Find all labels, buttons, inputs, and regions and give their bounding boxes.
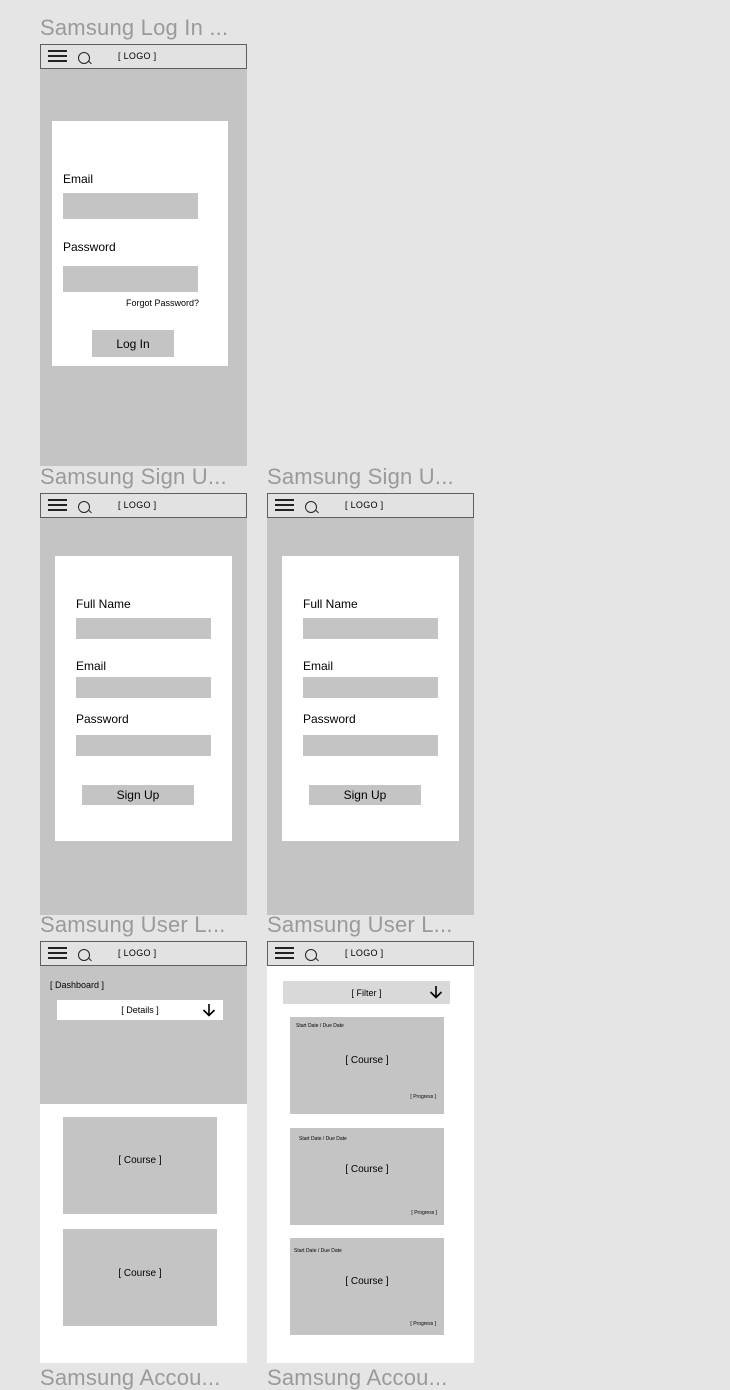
course-card[interactable]: [ Course ] xyxy=(63,1229,217,1326)
email-label: Email xyxy=(303,659,334,673)
fullname-label: Full Name xyxy=(303,597,358,611)
email-label: Email xyxy=(76,659,107,673)
hamburger-menu-icon[interactable] xyxy=(275,499,294,511)
details-label: [ Details ] xyxy=(121,1005,159,1015)
password-field[interactable] xyxy=(63,266,198,292)
course-dates: Start Date / Due Date xyxy=(299,1136,347,1142)
top-nav: [ LOGO ] xyxy=(40,44,247,69)
user-frame-2: [ LOGO ] [ Filter ] Start Date / Due Dat… xyxy=(267,941,474,1363)
search-icon[interactable] xyxy=(78,52,90,64)
frame-title-account-2: Samsung Accou... xyxy=(267,1365,448,1390)
password-label: Password xyxy=(76,712,129,726)
logo: [ LOGO ] xyxy=(118,948,157,958)
course-progress: [ Progress ] xyxy=(411,1210,437,1216)
logo: [ LOGO ] xyxy=(345,948,384,958)
frame-title-signup-1: Samsung Sign U... xyxy=(40,464,227,489)
search-icon[interactable] xyxy=(78,949,90,961)
arrow-down-icon xyxy=(429,986,443,999)
signup-button[interactable]: Sign Up xyxy=(309,785,421,805)
signup-card: Full Name Email Password Sign Up xyxy=(55,556,232,841)
course-name: [ Course ] xyxy=(345,1055,389,1066)
frame-title-login: Samsung Log In ... xyxy=(40,15,229,40)
fullname-field[interactable] xyxy=(303,618,438,639)
frame-title-account-1: Samsung Accou... xyxy=(40,1365,221,1390)
signup-card: Full Name Email Password Sign Up xyxy=(282,556,459,841)
logo: [ LOGO ] xyxy=(345,500,384,510)
password-label: Password xyxy=(63,240,116,254)
frame-title-user-1: Samsung User L... xyxy=(40,912,226,937)
signup-button[interactable]: Sign Up xyxy=(82,785,194,805)
top-nav: [ LOGO ] xyxy=(267,493,474,518)
hamburger-menu-icon[interactable] xyxy=(48,499,67,511)
course-card[interactable]: Start Date / Due Date [ Course ] [ Progr… xyxy=(290,1238,444,1335)
search-icon[interactable] xyxy=(305,949,317,961)
fullname-field[interactable] xyxy=(76,618,211,639)
frame-title-signup-2: Samsung Sign U... xyxy=(267,464,454,489)
course-name: [ Course ] xyxy=(118,1155,162,1166)
logo: [ LOGO ] xyxy=(118,500,157,510)
search-icon[interactable] xyxy=(78,501,90,513)
course-card[interactable]: [ Course ] xyxy=(63,1117,217,1214)
email-field[interactable] xyxy=(63,193,198,219)
top-nav: [ LOGO ] xyxy=(40,493,247,518)
signup-frame-2: [ LOGO ] Full Name Email Password Sign U… xyxy=(267,493,474,915)
course-card[interactable]: Start Date / Due Date [ Course ] [ Progr… xyxy=(290,1128,444,1225)
password-field[interactable] xyxy=(303,735,438,756)
logo: [ LOGO ] xyxy=(118,51,157,61)
details-dropdown[interactable]: [ Details ] xyxy=(57,1000,223,1020)
frame-title-user-2: Samsung User L... xyxy=(267,912,453,937)
email-label: Email xyxy=(63,172,94,186)
course-card[interactable]: Start Date / Due Date [ Course ] [ Progr… xyxy=(290,1017,444,1114)
course-dates: Start Date / Due Date xyxy=(296,1023,344,1029)
arrow-down-icon xyxy=(202,1004,216,1017)
course-name: [ Course ] xyxy=(345,1164,389,1175)
password-label: Password xyxy=(303,712,356,726)
signup-frame-1: [ LOGO ] Full Name Email Password Sign U… xyxy=(40,493,247,915)
course-progress: [ Progress ] xyxy=(410,1094,436,1100)
email-field[interactable] xyxy=(76,677,211,698)
filter-dropdown[interactable]: [ Filter ] xyxy=(283,981,450,1004)
login-card: Email Password Forgot Password? Log In xyxy=(52,121,228,366)
course-progress: [ Progress ] xyxy=(410,1321,436,1327)
search-icon[interactable] xyxy=(305,501,317,513)
fullname-label: Full Name xyxy=(76,597,131,611)
dashboard-label: [ Dashboard ] xyxy=(50,980,105,990)
filter-label: [ Filter ] xyxy=(351,987,382,998)
hamburger-menu-icon[interactable] xyxy=(48,947,67,959)
email-field[interactable] xyxy=(303,677,438,698)
forgot-password-link[interactable]: Forgot Password? xyxy=(126,298,199,308)
login-button[interactable]: Log In xyxy=(92,330,174,357)
password-field[interactable] xyxy=(76,735,211,756)
login-frame: [ LOGO ] Email Password Forgot Password?… xyxy=(40,44,247,466)
user-frame-1: [ LOGO ] [ Dashboard ] [ Details ] [ Cou… xyxy=(40,941,247,1363)
hamburger-menu-icon[interactable] xyxy=(275,947,294,959)
course-name: [ Course ] xyxy=(345,1276,389,1287)
course-name: [ Course ] xyxy=(118,1268,162,1279)
top-nav: [ LOGO ] xyxy=(40,941,247,966)
top-nav: [ LOGO ] xyxy=(267,941,474,966)
hamburger-menu-icon[interactable] xyxy=(48,50,67,62)
course-dates: Start Date / Due Date xyxy=(294,1248,342,1254)
